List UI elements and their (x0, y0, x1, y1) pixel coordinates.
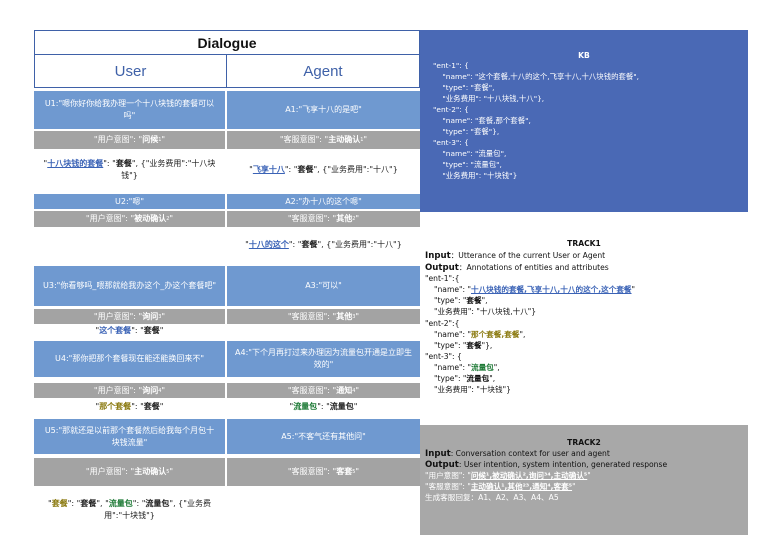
user-intent-3: "用户意图": " 询问 3 " (34, 309, 225, 324)
track1-ent2-name: "name": "那个套餐,套餐", (434, 330, 526, 339)
user-entity-4: "那个套餐": "套餐" (34, 399, 225, 414)
track1-ent2-type: "type": "套餐"}, (434, 341, 493, 350)
kb-line: "type": "套餐", (433, 83, 495, 92)
agent-intent-4: "客服意图": " 通知 4 " (227, 383, 420, 398)
agent-intent-1: "客服意图": " 主动确认 1 " (227, 131, 420, 149)
track1-panel: TRACK1 Input：Utterance of the current Us… (420, 212, 748, 425)
agent-intent-2: "客服意图": " 其他 2 " (227, 211, 420, 227)
track2-panel: TRACK2 Input: Conversation context for u… (420, 425, 748, 535)
kb-line: "ent-1": { (433, 61, 469, 70)
kb-line: "业务费用": "十块钱"} (433, 171, 518, 180)
kb-line: "name": "流量包", (433, 149, 507, 158)
track1-ent3-type: "type": "流量包", (434, 374, 496, 383)
agent-utterance-4: A4:"下个月再打过来办理因为流量包开通是立即生效的" (227, 341, 420, 377)
user-intent-5: "用户意图": " 主动确认 5 " (34, 458, 225, 486)
user-entity-5: "套餐": "套餐", "流量包": "流量包", {"业务费用":"十块钱"} (34, 490, 225, 530)
user-utterance-3: U3:"你看够吗_喂那就给我办这个_办这个套餐吧" (34, 266, 225, 306)
user-entity-1: "十八块钱的套餐": "套餐", {"业务费用":"十八块钱"} (34, 151, 225, 189)
kb-panel: KB "ent-1": { "name": "这个套餐,十八的这个,飞享十八,十… (420, 30, 748, 212)
user-column-header: User (34, 55, 227, 88)
track1-ent2-open: "ent-2":{ (425, 319, 460, 328)
user-intent-4: "用户意图": " 询问 4 " (34, 383, 225, 398)
user-utterance-5: U5:"那就还是以前那个套餐然后给我每个月包十块钱流量" (34, 419, 225, 454)
agent-intent-3: "客服意图": " 其他 3 " (227, 309, 420, 324)
track1-ent3-name: "name": "流量包", (434, 363, 500, 372)
track1-ent1-type: "type": "套餐", (434, 296, 488, 305)
agent-utterance-3: A3:"可以" (227, 266, 420, 306)
kb-title: KB (578, 51, 590, 60)
kb-line: "type": "流量包", (433, 160, 502, 169)
user-utterance-2: U2:"嗯" (34, 194, 225, 209)
agent-utterance-2: A2:"办十八的这个嗯" (227, 194, 420, 209)
agent-entity-4: "流量包": "流量包" (227, 399, 420, 414)
agent-entity-1: "飞享十八": "套餐", {"业务费用":"十八"} (227, 151, 420, 189)
track1-ent1-name: "name": "十八块钱的套餐,飞享十八,十八的这个,这个套餐" (434, 285, 636, 294)
user-entity-2-empty (34, 229, 225, 261)
agent-utterance-5: A5:"不客气还有其他问" (227, 419, 420, 454)
track1-ent1-fee: "业务费用": "十八块钱,十八"} (434, 307, 537, 316)
kb-line: "name": "这个套餐,十八的这个,飞享十八,十八块钱的套餐", (433, 72, 640, 81)
agent-intent-5: "客服意图": " 客套 5 " (227, 458, 420, 486)
track1-ent1-open: "ent-1":{ (425, 274, 460, 283)
track1-title: TRACK1 (567, 239, 601, 248)
user-entity-3: "这个套餐": "套餐" (34, 324, 225, 338)
track2-user-intent: "用户意图": "问候¹,被动确认²,询问³⁴,主动确认⁵" (425, 471, 591, 480)
user-utterance-1: U1:"嗯你好你给我办理一个十八块钱的套餐可以吗" (34, 91, 225, 129)
user-intent-2: "用户意图": " 被动确认 2 " (34, 211, 225, 227)
agent-entity-2: "十八的这个": "套餐", {"业务费用":"十八"} (227, 229, 420, 261)
track2-agent-intent: "客服意图": "主动确认¹,其他²³,通知⁴,客套⁵" (425, 482, 576, 491)
agent-utterance-1: A1:"飞享十八的是吧" (227, 91, 420, 129)
kb-line: "name": "套餐,那个套餐", (433, 116, 531, 125)
dialogue-title: Dialogue (34, 30, 420, 55)
track2-input: Input: Conversation context for user and… (425, 449, 610, 459)
track2-response: 生成客服回复：A1、A2、A3、A4、A5 (425, 493, 559, 502)
user-intent-1: "用户意图": " 问候 1 " (34, 131, 225, 149)
agent-column-header: Agent (227, 55, 420, 88)
track2-title: TRACK2 (567, 438, 601, 447)
track1-input: Input：Utterance of the current User or A… (425, 251, 606, 261)
track2-output: Output: User intention, system intention… (425, 460, 668, 470)
kb-line: "ent-2": { (433, 105, 469, 114)
kb-line: "ent-3": { (433, 138, 469, 147)
kb-line: "type": "套餐"}, (433, 127, 500, 136)
track1-ent3-open: "ent-3": { (425, 352, 462, 361)
track1-ent3-fee: "业务费用": "十块钱"} (434, 385, 511, 394)
dialogue-panel: Dialogue User Agent U1:"嗯你好你给我办理一个十八块钱的套… (34, 30, 420, 535)
kb-line: "业务费用": "十八块钱,十八"}, (433, 94, 545, 103)
user-utterance-4: U4:"那你把那个套餐现在能还能换回来不" (34, 341, 225, 377)
